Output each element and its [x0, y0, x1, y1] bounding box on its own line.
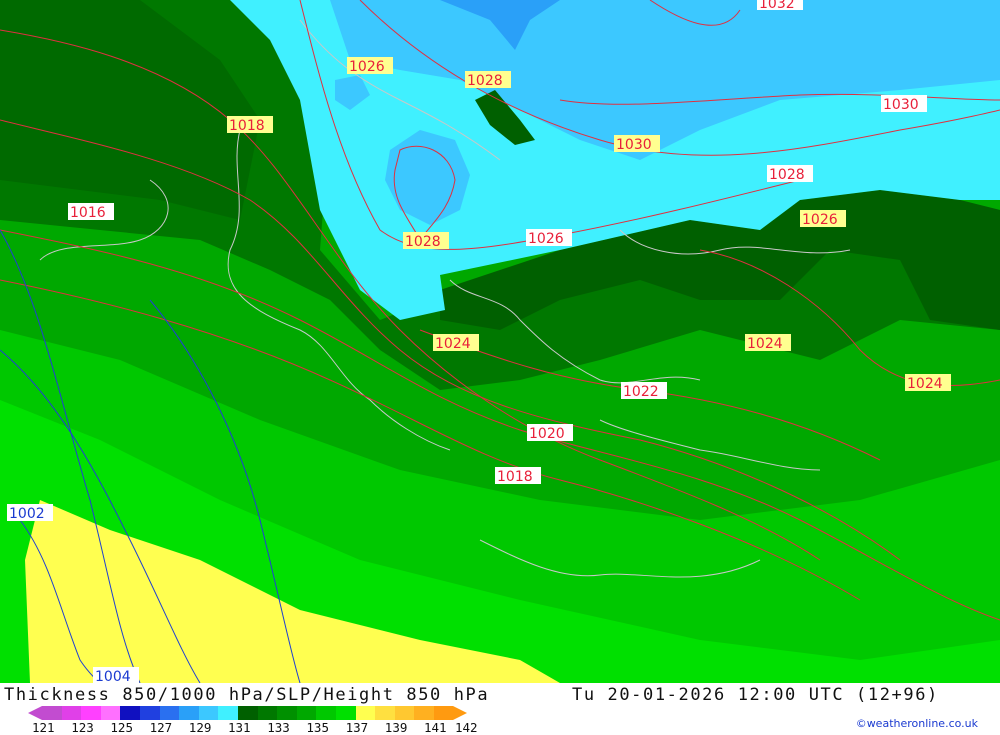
legend-swatch — [394, 706, 415, 720]
legend-swatch — [237, 706, 258, 720]
footer: Thickness 850/1000 hPa/SLP/Height 850 hP… — [0, 683, 1000, 735]
isobar-label: 1030 — [614, 135, 660, 153]
svg-text:1018: 1018 — [229, 118, 265, 134]
svg-text:1028: 1028 — [467, 73, 503, 89]
isobar-label: 1002 — [7, 504, 53, 522]
legend-swatch — [139, 706, 160, 720]
svg-text:1030: 1030 — [883, 97, 919, 113]
legend-swatch — [257, 706, 278, 720]
isobar-label: 1028 — [403, 232, 449, 250]
svg-text:1030: 1030 — [616, 137, 652, 153]
isobar-label: 1026 — [347, 57, 393, 75]
legend-swatch — [375, 706, 395, 720]
legend-swatch — [42, 706, 62, 720]
svg-text:1020: 1020 — [529, 426, 565, 442]
isobar-label: 1028 — [767, 165, 813, 183]
color-legend — [28, 706, 468, 720]
isobar-label: 1022 — [621, 382, 667, 400]
isobar-label: 1028 — [465, 71, 511, 89]
weather-map: 1032 1026 1028 1018 1030 1030 1028 1016 … — [0, 0, 1000, 683]
svg-text:1024: 1024 — [435, 336, 471, 352]
legend-swatch — [179, 706, 199, 720]
svg-text:1022: 1022 — [623, 384, 659, 400]
isobar-label: 1018 — [227, 116, 273, 134]
svg-text:1028: 1028 — [405, 234, 441, 250]
svg-text:1004: 1004 — [95, 669, 131, 683]
svg-text:1024: 1024 — [907, 376, 943, 392]
svg-text:1028: 1028 — [769, 167, 805, 183]
legend-tick-labels: 121 123 125 127 129 131 133 135 137 139 141 142 — [32, 720, 502, 735]
svg-text:1002: 1002 — [9, 506, 45, 522]
legend-swatch — [335, 706, 356, 720]
svg-text:1026: 1026 — [802, 212, 838, 228]
legend-swatch — [81, 706, 101, 720]
svg-text:1032: 1032 — [759, 0, 795, 12]
isobar-label: 1024 — [745, 334, 791, 352]
legend-arrow-right — [453, 706, 468, 720]
isobar-label: 1026 — [800, 210, 846, 228]
forecast-datetime: Tu 20-01-2026 12:00 UTC (12+96) — [572, 685, 939, 705]
legend-swatch — [61, 706, 82, 720]
legend-swatch — [316, 706, 336, 720]
svg-text:1026: 1026 — [349, 59, 385, 75]
isobar-label: 1004 — [93, 667, 139, 683]
legend-swatch — [355, 706, 376, 720]
source-credit[interactable]: ©weatheronline.co.uk — [856, 717, 978, 730]
svg-text:1026: 1026 — [528, 231, 564, 247]
legend-swatch — [296, 706, 317, 720]
svg-text:1024: 1024 — [747, 336, 783, 352]
legend-arrow-left — [28, 706, 42, 720]
isobar-label: 1026 — [526, 229, 572, 247]
svg-text:1016: 1016 — [70, 205, 106, 221]
map-title: Thickness 850/1000 hPa/SLP/Height 850 hP… — [4, 685, 490, 705]
legend-swatch — [414, 706, 434, 720]
legend-swatch — [159, 706, 180, 720]
legend-swatch — [433, 706, 454, 720]
legend-swatch — [198, 706, 219, 720]
isobar-label: 1030 — [881, 95, 927, 113]
isobar-label: 1018 — [495, 467, 541, 485]
legend-swatch — [277, 706, 297, 720]
isobar-label: 1020 — [527, 424, 573, 442]
isobar-label: 1024 — [433, 334, 479, 352]
svg-text:1018: 1018 — [497, 469, 533, 485]
legend-swatch — [120, 706, 140, 720]
legend-swatch — [218, 706, 238, 720]
legend-swatch — [100, 706, 121, 720]
isobar-label: 1024 — [905, 374, 951, 392]
isobar-label: 1016 — [68, 203, 114, 221]
